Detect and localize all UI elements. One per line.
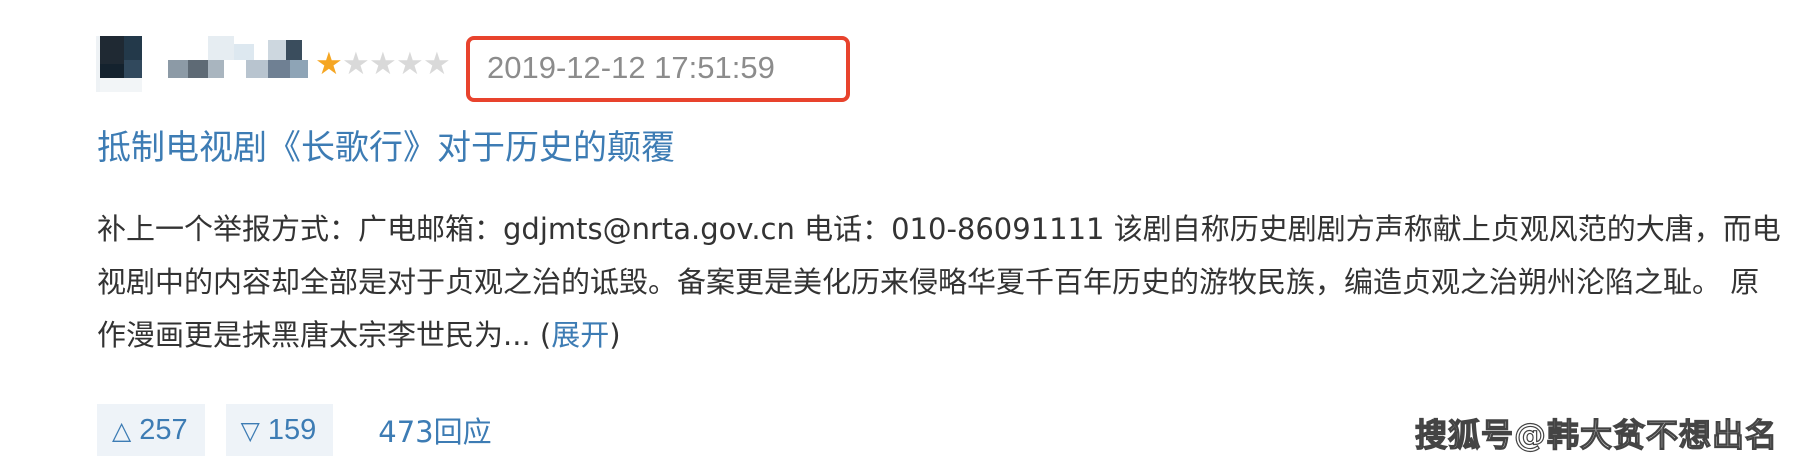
star-rating: ★ ★ ★ ★ ★	[315, 44, 451, 84]
star-empty-icon: ★	[342, 45, 370, 82]
watermark: 搜狐号@韩大贫不想出名	[1414, 415, 1778, 454]
replies-link[interactable]: 473回应	[378, 409, 491, 451]
star-empty-icon: ★	[423, 45, 451, 82]
star-empty-icon: ★	[369, 45, 397, 82]
star-filled-icon: ★	[315, 45, 343, 82]
review-title[interactable]: 抵制电视剧《长歌行》对于历史的颠覆	[97, 125, 675, 171]
downvote-count: 159	[267, 413, 317, 446]
triangle-down-icon: ▽	[240, 415, 260, 445]
paren-close: )	[609, 318, 621, 352]
downvote-button[interactable]: ▽ 159	[225, 404, 334, 456]
triangle-up-icon: △	[112, 415, 132, 445]
expand-link[interactable]: 展开	[551, 318, 609, 352]
review-card: ★ ★ ★ ★ ★ 2019-12-12 17:51:59 抵制电视剧《长歌行》对于历史…	[0, 0, 1814, 470]
review-body-text: 补上一个举报方式：广电邮箱：gdjmts@nrta.gov.cn 电话：010-…	[97, 212, 1781, 352]
review-body: 补上一个举报方式：广电邮箱：gdjmts@nrta.gov.cn 电话：010-…	[97, 203, 1787, 362]
action-bar: △ 257 ▽ 159 473回应	[97, 404, 492, 456]
paren-open: (	[539, 318, 552, 352]
review-timestamp: 2019-12-12 17:51:59	[487, 50, 775, 85]
star-empty-icon: ★	[396, 45, 424, 82]
upvote-button[interactable]: △ 257	[97, 404, 205, 456]
upvote-count: 257	[139, 413, 188, 446]
avatar[interactable]	[96, 36, 308, 92]
